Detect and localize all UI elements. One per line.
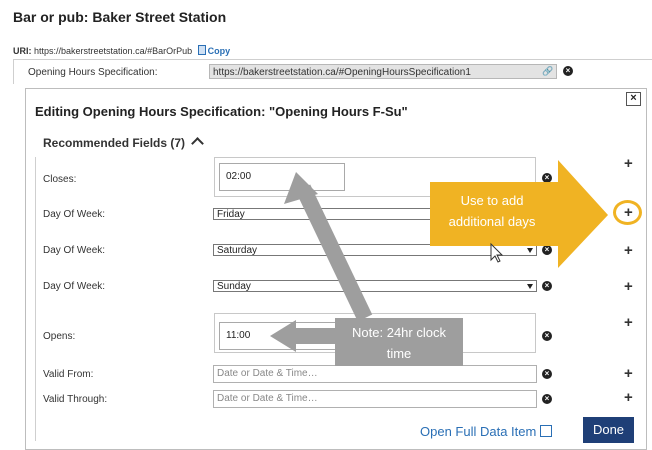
note-clock-time: Note: 24hr clock time — [352, 325, 446, 361]
gray-arrow-opens — [270, 320, 340, 352]
gray-arrow-closes — [284, 172, 373, 322]
callout-add-days: Use to add additional days — [448, 193, 536, 229]
annotation-overlay — [270, 160, 608, 366]
mouse-cursor-icon — [490, 242, 504, 263]
